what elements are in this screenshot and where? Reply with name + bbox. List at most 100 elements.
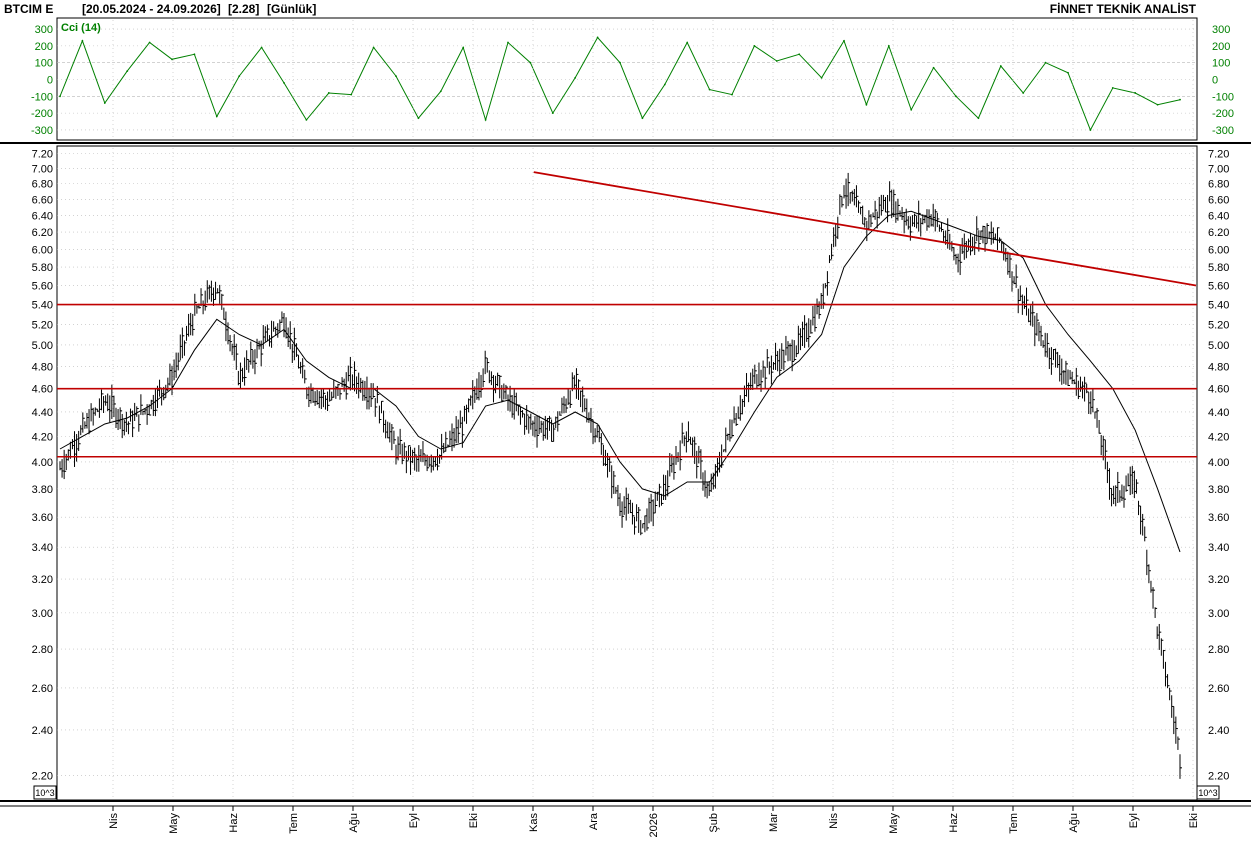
x-axis-month-label: Haz (228, 813, 240, 833)
cci-point (999, 65, 1002, 67)
cci-point (663, 83, 666, 86)
x-axis-month-label: Tem (1008, 813, 1020, 834)
x-axis-month-label: Eki (468, 813, 480, 828)
cci-point (686, 41, 689, 44)
price-tick-label-right: 5.80 (1208, 262, 1229, 274)
x-axis-month-label: Eki (1188, 813, 1200, 828)
cci-point (1156, 103, 1159, 106)
cci-point (843, 39, 845, 42)
cci-tick-label-right: 200 (1212, 41, 1230, 53)
price-tick-label-right: 5.20 (1208, 319, 1229, 331)
price-tick-label-left: 6.40 (32, 210, 53, 222)
price-tick-label-left: 6.60 (32, 194, 53, 206)
scale-exponent-right-text: 10^3 (1198, 788, 1217, 798)
cci-point (551, 112, 554, 115)
cci-point (103, 102, 106, 104)
x-axis-month-label: Ağu (348, 813, 360, 833)
cci-point (574, 76, 577, 79)
price-tick-label-right: 6.20 (1208, 227, 1229, 239)
price-tick-label-right: 6.60 (1208, 194, 1229, 206)
cci-point (977, 117, 980, 120)
cci-point (1179, 98, 1181, 101)
price-tick-label-left: 4.00 (32, 457, 53, 469)
price-tick-label-right: 3.60 (1208, 512, 1229, 524)
cci-point (1044, 61, 1047, 64)
cci-point (1134, 92, 1137, 94)
cci-point (910, 108, 913, 111)
x-axis-month-label: Ara (588, 812, 600, 830)
cci-point (507, 41, 509, 44)
date-range-label: [20.05.2024 - 24.09.2026] (82, 2, 221, 16)
cci-point (238, 75, 241, 78)
cci-point (753, 44, 756, 47)
cci-point (350, 93, 353, 96)
price-tick-label-right: 6.00 (1208, 244, 1229, 256)
cci-point (81, 39, 84, 42)
price-tick-label-left: 6.80 (32, 179, 53, 191)
cci-point (887, 44, 890, 47)
price-tick-label-right: 4.20 (1208, 431, 1229, 443)
cci-point (641, 117, 644, 120)
price-tick-label-left: 3.60 (32, 512, 53, 524)
price-tick-label-right: 5.60 (1208, 280, 1229, 292)
price-tick-label-right: 4.60 (1208, 384, 1229, 396)
cci-tick-label-right: -100 (1212, 91, 1234, 103)
cci-tick-label-right: 300 (1212, 24, 1230, 36)
period-label: [Günlük] (267, 2, 316, 16)
price-tick-label-left: 6.00 (32, 244, 53, 256)
brand-label: FİNNET TEKNİK ANALİST (1050, 1, 1197, 16)
x-axis-month-label: May (888, 813, 900, 834)
price-tick-label-right: 5.40 (1208, 300, 1229, 312)
price-tick-label-right: 2.80 (1208, 644, 1229, 656)
price-tick-label-left: 4.40 (32, 407, 53, 419)
x-axis-month-label: Haz (948, 813, 960, 833)
price-tick-label-right: 6.80 (1208, 179, 1229, 191)
price-tick-label-left: 2.60 (32, 683, 53, 695)
cci-point (372, 46, 375, 49)
price-tick-label-left: 7.20 (32, 149, 53, 161)
price-tick-label-right: 4.80 (1208, 361, 1229, 373)
price-tick-label-right: 3.00 (1208, 608, 1229, 620)
price-tick-label-right: 7.20 (1208, 149, 1229, 161)
cci-point (708, 88, 711, 91)
cci-point (775, 60, 778, 62)
price-tick-label-left: 5.00 (32, 340, 53, 352)
price-tick-label-left: 3.40 (32, 542, 53, 554)
price-tick-label-right: 3.80 (1208, 484, 1229, 496)
cci-point (865, 103, 868, 106)
cci-point (462, 46, 465, 49)
cci-point (1022, 92, 1025, 94)
cci-point (327, 92, 330, 94)
price-tick-label-right: 6.40 (1208, 210, 1229, 222)
cci-point (439, 90, 442, 93)
x-axis-month-label: Ağu (1068, 813, 1080, 833)
price-tick-label-left: 5.80 (32, 262, 53, 274)
price-tick-label-left: 7.00 (32, 163, 53, 175)
price-tick-label-left: 6.20 (32, 227, 53, 239)
cci-tick-label-left: 0 (47, 75, 53, 87)
price-tick-label-right: 4.00 (1208, 457, 1229, 469)
x-axis-month-label: Kas (528, 813, 540, 832)
x-axis-month-label: Mar (768, 813, 780, 832)
ticker-label: BTCIM E (4, 2, 53, 16)
cci-point (731, 93, 733, 96)
cci-point (1089, 129, 1092, 131)
price-tick-label-left: 5.20 (32, 319, 53, 331)
cci-point (932, 66, 935, 69)
cci-tick-label-right: -200 (1212, 108, 1234, 120)
price-tick-label-left: 4.20 (32, 431, 53, 443)
price-tick-label-left: 3.80 (32, 484, 53, 496)
cci-point (260, 46, 263, 49)
cci-point (529, 61, 532, 64)
cci-point (1111, 87, 1114, 89)
price-tick-label-right: 3.40 (1208, 542, 1229, 554)
cci-point (596, 36, 599, 39)
chart-canvas: BTCIM E [20.05.2024 - 24.09.2026] [2.28]… (0, 0, 1251, 841)
cci-point (126, 70, 129, 72)
cci-point (283, 81, 285, 84)
price-tick-label-left: 2.20 (32, 771, 53, 783)
scale-exponent-left-text: 10^3 (35, 788, 54, 798)
cci-point (820, 76, 823, 79)
cci-title: Cci (14) (61, 22, 101, 34)
cci-point (215, 115, 218, 118)
